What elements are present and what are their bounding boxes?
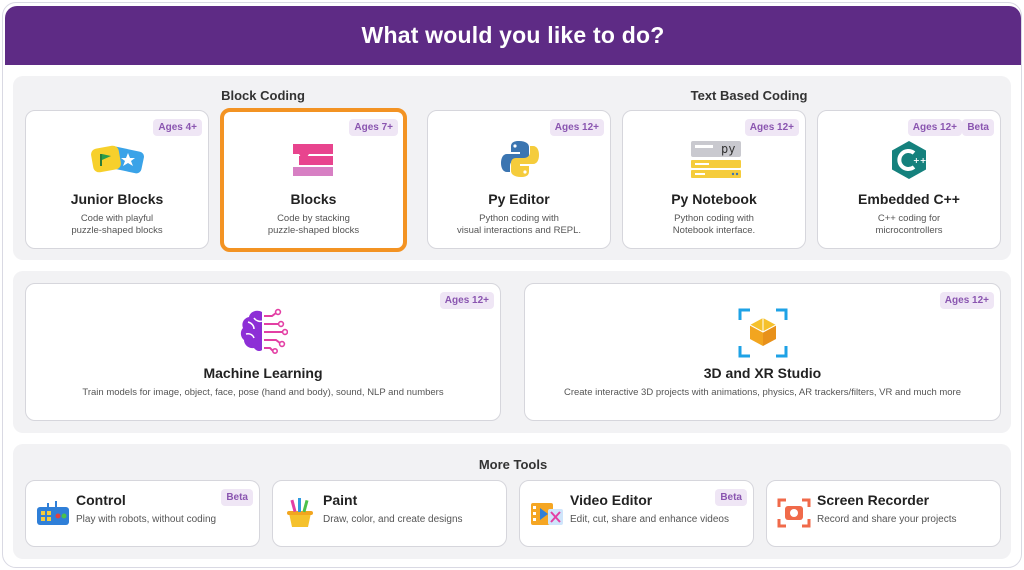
tool-control[interactable]: Beta Control Play with robots, without c…: [25, 480, 260, 547]
brain-icon: [240, 308, 289, 354]
card-embedded-cpp[interactable]: Ages 12+ Beta ++ Embedded C++ C++ coding…: [817, 110, 1001, 249]
age-badge: Ages 12+: [744, 119, 799, 136]
svg-text:++: ++: [913, 156, 926, 165]
age-badge: Ages 12+: [549, 119, 604, 136]
card-title: Py Editor: [488, 191, 550, 207]
age-badge: Ages 12+: [939, 292, 994, 309]
video-editor-icon: [530, 497, 564, 529]
age-badge: Ages 7+: [349, 119, 398, 136]
cpp-icon: ++: [888, 139, 930, 181]
block-coding-title: Block Coding: [221, 88, 305, 103]
tool-title: Video Editor: [570, 492, 653, 508]
age-badge: Ages 4+: [153, 119, 202, 136]
controller-icon: [36, 497, 70, 529]
tool-paint[interactable]: Paint Draw, color, and create designs: [272, 480, 507, 547]
card-title: Junior Blocks: [70, 191, 164, 207]
card-description: Code by stacking puzzle-shaped blocks: [267, 213, 360, 236]
tool-title: Control: [76, 492, 126, 508]
svg-text:py: py: [721, 142, 735, 156]
blocks-icon: [291, 142, 337, 178]
card-title: Machine Learning: [203, 365, 323, 381]
card-title: Py Notebook: [671, 191, 757, 207]
card-py-editor[interactable]: Ages 12+ Py Editor Python coding with vi…: [427, 110, 611, 249]
tool-description: Edit, cut, share and enhance videos: [570, 514, 729, 525]
tool-video-editor[interactable]: Beta Video Editor Edit, cut, share and e…: [519, 480, 754, 547]
paint-icon: [283, 497, 317, 529]
python-icon: [500, 139, 540, 179]
page-title: What would you like to do?: [361, 22, 665, 48]
beta-badge: Beta: [221, 489, 253, 506]
tool-title: Paint: [323, 492, 358, 508]
tool-description: Record and share your projects: [817, 514, 957, 525]
card-description: Train models for image, object, face, po…: [82, 387, 444, 398]
card-description: C++ coding for microcontrollers: [875, 213, 943, 236]
card-blocks[interactable]: Ages 7+ Blocks Code by stacking puzzle-s…: [220, 108, 407, 252]
age-badge: Ages 12+: [907, 119, 962, 136]
tool-description: Draw, color, and create designs: [323, 514, 463, 525]
card-py-notebook[interactable]: Ages 12+ py Py Notebook Python coding wi…: [622, 110, 806, 249]
header-bar: What would you like to do?: [5, 6, 1021, 65]
screen-recorder-icon: [777, 497, 811, 529]
card-title: 3D and XR Studio: [703, 365, 822, 381]
tool-description: Play with robots, without coding: [76, 514, 217, 525]
more-tools-title: More Tools: [478, 457, 548, 472]
card-description: Python coding with Notebook interface.: [672, 213, 756, 236]
junior-blocks-icon: [89, 141, 147, 179]
text-coding-title: Text Based Coding: [690, 88, 808, 103]
notebook-icon: py: [689, 139, 743, 181]
card-junior-blocks[interactable]: Ages 4+ Junior Blocks Code with playful …: [25, 110, 209, 249]
card-machine-learning[interactable]: Ages 12+ Machine Learning Train models f…: [25, 283, 501, 421]
beta-badge: Beta: [715, 489, 747, 506]
dialog-frame: What would you like to do? Block Coding …: [2, 2, 1022, 568]
card-title: Embedded C++: [858, 191, 960, 207]
card-3d-xr-studio[interactable]: Ages 12+ 3D and XR Studio Create interac…: [524, 283, 1001, 421]
tool-title: Screen Recorder: [817, 492, 930, 508]
beta-badge: Beta: [962, 119, 994, 136]
age-badge: Ages 12+: [439, 292, 494, 309]
card-description: Code with playful puzzle-shaped blocks: [71, 213, 163, 236]
tool-screen-recorder[interactable]: Screen Recorder Record and share your pr…: [766, 480, 1001, 547]
card-description: Create interactive 3D projects with anim…: [563, 387, 962, 398]
cube-ar-icon: [738, 308, 788, 358]
card-description: Python coding with visual interactions a…: [456, 213, 582, 236]
card-title: Blocks: [290, 191, 337, 207]
